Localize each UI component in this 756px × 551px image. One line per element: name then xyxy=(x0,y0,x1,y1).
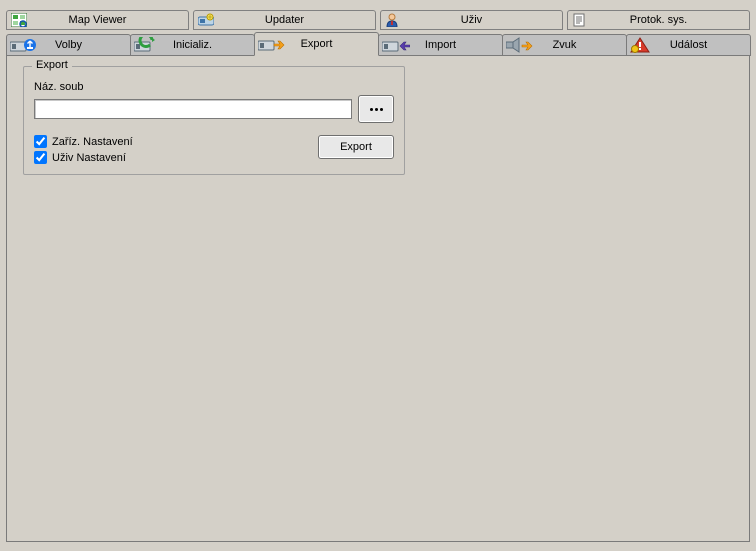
udalost-icon xyxy=(630,37,650,53)
export-group-title: Export xyxy=(32,59,72,71)
file-label: Náz. soub xyxy=(34,81,394,93)
tab-uziv-label: Uživ xyxy=(461,14,482,26)
check-device[interactable] xyxy=(34,135,47,148)
content-panel: Export Náz. soub Zaříz. Nastavení xyxy=(6,56,750,542)
sub-tab-bar: Volby Inicializ. Export xyxy=(0,32,756,56)
tab-updater[interactable]: Updater xyxy=(193,10,376,30)
bottom-row: Zaříz. Nastavení Uživ Nastavení Export xyxy=(34,135,394,164)
tab-udalost-label: Událost xyxy=(670,39,707,51)
file-input[interactable] xyxy=(34,99,352,119)
zvuk-icon xyxy=(506,37,534,53)
check-user[interactable] xyxy=(34,151,47,164)
check-device-label: Zaříz. Nastavení xyxy=(52,136,133,148)
export-button[interactable]: Export xyxy=(318,135,394,159)
file-row xyxy=(34,95,394,123)
tab-export[interactable]: Export xyxy=(254,32,379,56)
volby-icon xyxy=(10,37,38,53)
checks-group: Zaříz. Nastavení Uživ Nastavení xyxy=(34,135,133,164)
check-device-row[interactable]: Zaříz. Nastavení xyxy=(34,135,133,148)
tab-inicializ[interactable]: Inicializ. xyxy=(130,34,255,56)
tab-export-label: Export xyxy=(301,38,333,50)
ellipsis-icon xyxy=(370,108,373,111)
app-window: Map Viewer Updater Uživ xyxy=(0,0,756,551)
tab-protok[interactable]: Protok. sys. xyxy=(567,10,750,30)
tab-volby-label: Volby xyxy=(55,39,82,51)
ellipsis-icon xyxy=(375,108,378,111)
tab-zvuk[interactable]: Zvuk xyxy=(502,34,627,56)
tab-import-label: Import xyxy=(425,39,456,51)
tab-uziv[interactable]: Uživ xyxy=(380,10,563,30)
document-icon xyxy=(572,13,586,27)
map-icon xyxy=(11,13,27,27)
updater-icon xyxy=(198,13,214,27)
tab-volby[interactable]: Volby xyxy=(6,34,131,56)
check-user-label: Uživ Nastavení xyxy=(52,152,126,164)
tab-map-viewer[interactable]: Map Viewer xyxy=(6,10,189,30)
top-tab-bar: Map Viewer Updater Uživ xyxy=(0,0,756,30)
tab-import[interactable]: Import xyxy=(378,34,503,56)
export-groupbox: Export Náz. soub Zaříz. Nastavení xyxy=(23,66,405,175)
check-user-row[interactable]: Uživ Nastavení xyxy=(34,151,133,164)
tab-protok-label: Protok. sys. xyxy=(630,14,687,26)
tab-udalost[interactable]: Událost xyxy=(626,34,751,56)
inicializ-icon xyxy=(134,37,162,53)
import-icon xyxy=(382,37,410,53)
user-icon xyxy=(385,13,399,27)
export-icon xyxy=(258,36,286,52)
tab-map-viewer-label: Map Viewer xyxy=(69,14,127,26)
tab-inicializ-label: Inicializ. xyxy=(173,39,212,51)
tab-updater-label: Updater xyxy=(265,14,304,26)
browse-button[interactable] xyxy=(358,95,394,123)
tab-zvuk-label: Zvuk xyxy=(553,39,577,51)
ellipsis-icon xyxy=(380,108,383,111)
